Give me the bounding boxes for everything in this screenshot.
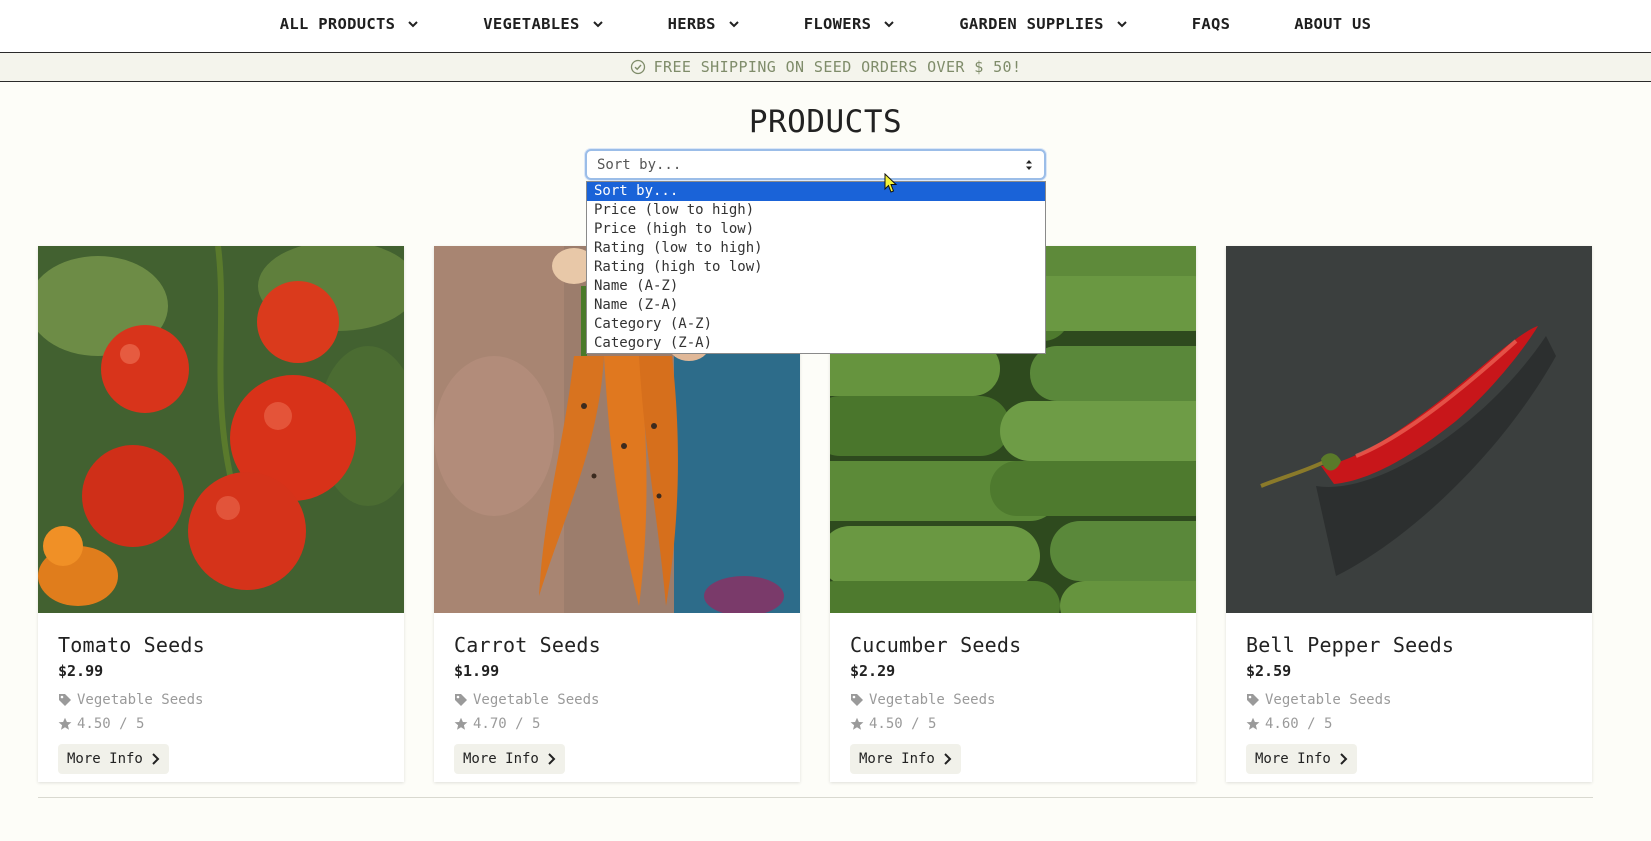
product-card-body: Bell Pepper Seeds $2.59 Vegetable Seeds … [1226,613,1592,774]
page-title: PRODUCTS [748,104,903,140]
tag-icon [851,694,863,706]
nav-item-label: FLOWERS [803,14,872,33]
product-category-label: Vegetable Seeds [77,692,204,708]
chevron-down-icon [729,20,739,27]
product-card-body: Carrot Seeds $1.99 Vegetable Seeds 4.70 … [434,613,800,774]
sort-select[interactable]: Sort by... [585,149,1046,180]
sort-option-category-a-z[interactable]: Category (A-Z) [587,315,1045,334]
section-divider [38,797,1593,798]
nav-item-faqs[interactable]: FAQS [1160,0,1263,50]
more-info-label: More Info [859,751,935,767]
nav-item-label: ABOUT US [1294,14,1372,33]
nav-item-label: HERBS [667,14,716,33]
product-rating: 4.70 / 5 [454,716,780,732]
star-icon [58,717,72,730]
nav-item-label: FAQS [1191,14,1231,33]
product-image-bell-pepper[interactable] [1226,246,1592,613]
sort-select-value: Sort by... [597,156,682,173]
product-name: Cucumber Seeds [850,633,1022,657]
product-price: $1.99 [454,662,500,680]
more-info-button[interactable]: More Info [1246,744,1357,774]
product-card: Bell Pepper Seeds $2.59 Vegetable Seeds … [1226,246,1592,782]
sort-option-rating-low-high[interactable]: Rating (low to high) [587,239,1045,258]
product-card: Tomato Seeds $2.99 Vegetable Seeds 4.50 … [38,246,404,782]
product-price: $2.99 [58,662,104,680]
product-category-label: Vegetable Seeds [473,692,600,708]
nav-item-flowers[interactable]: FLOWERS [772,0,927,50]
product-price: $2.59 [1246,662,1292,680]
nav-item-herbs[interactable]: HERBS [636,0,772,50]
nav-list: ALL PRODUCTS VEGETABLES HERBS FLOWERS GA… [248,0,1404,52]
more-info-label: More Info [463,751,539,767]
shipping-banner-text: FREE SHIPPING ON SEED ORDERS OVER $ 50! [653,58,1022,76]
product-rating-value: 4.70 / 5 [473,716,541,732]
sort-option-category-z-a[interactable]: Category (Z-A) [587,334,1045,353]
nav-item-label: ALL PRODUCTS [279,14,396,33]
nav-item-garden-supplies[interactable]: GARDEN SUPPLIES [927,0,1159,50]
nav-item-label: VEGETABLES [483,14,580,33]
sort-option-name-z-a[interactable]: Name (Z-A) [587,296,1045,315]
sort-option-default[interactable]: Sort by... [587,182,1045,201]
chevron-down-icon [884,20,894,27]
star-icon [454,717,468,730]
more-info-button[interactable]: More Info [850,744,961,774]
more-info-button[interactable]: More Info [454,744,565,774]
product-category: Vegetable Seeds [454,692,780,708]
sort-option-price-low-high[interactable]: Price (low to high) [587,201,1045,220]
sort-option-name-a-z[interactable]: Name (A-Z) [587,277,1045,296]
product-rating-value: 4.60 / 5 [1265,716,1333,732]
tag-icon [455,694,467,706]
product-rating: 4.50 / 5 [850,716,1176,732]
chevron-right-icon [1340,753,1348,765]
chevron-right-icon [152,753,160,765]
product-category: Vegetable Seeds [1246,692,1572,708]
chevron-right-icon [944,753,952,765]
product-name: Bell Pepper Seeds [1246,633,1455,657]
product-card-body: Tomato Seeds $2.99 Vegetable Seeds 4.50 … [38,613,404,774]
sort-dropdown-list: Sort by... Price (low to high) Price (hi… [586,181,1046,354]
tag-icon [1247,694,1259,706]
product-rating-value: 4.50 / 5 [869,716,937,732]
tag-icon [59,694,71,706]
shipping-banner: FREE SHIPPING ON SEED ORDERS OVER $ 50! [0,53,1651,82]
more-info-button[interactable]: More Info [58,744,169,774]
nav-item-about-us[interactable]: ABOUT US [1262,0,1403,50]
product-category-label: Vegetable Seeds [869,692,996,708]
product-name: Carrot Seeds [454,633,601,657]
chevron-right-icon [548,753,556,765]
product-category: Vegetable Seeds [850,692,1176,708]
product-price: $2.29 [850,662,896,680]
more-info-label: More Info [67,751,143,767]
star-icon [850,717,864,730]
product-rating: 4.50 / 5 [58,716,384,732]
product-rating-value: 4.50 / 5 [77,716,145,732]
star-icon [1246,717,1260,730]
top-navigation: ALL PRODUCTS VEGETABLES HERBS FLOWERS GA… [0,0,1651,53]
select-arrows-icon [1026,159,1032,170]
product-category: Vegetable Seeds [58,692,384,708]
chevron-down-icon [408,20,418,27]
sort-option-rating-high-low[interactable]: Rating (high to low) [587,258,1045,277]
nav-item-label: GARDEN SUPPLIES [959,14,1104,33]
nav-item-vegetables[interactable]: VEGETABLES [451,0,635,50]
product-category-label: Vegetable Seeds [1265,692,1392,708]
sort-option-price-high-low[interactable]: Price (high to low) [587,220,1045,239]
product-image-tomato[interactable] [38,246,404,613]
product-rating: 4.60 / 5 [1246,716,1572,732]
mouse-cursor-icon [884,173,898,193]
chevron-down-icon [1116,20,1127,27]
product-card-body: Cucumber Seeds $2.29 Vegetable Seeds 4.5… [830,613,1196,774]
sort-control: Sort by... [585,149,1046,180]
chevron-down-icon [592,20,603,27]
check-circle-icon [630,59,645,75]
product-name: Tomato Seeds [58,633,205,657]
nav-item-all-products[interactable]: ALL PRODUCTS [248,0,452,50]
more-info-label: More Info [1255,751,1331,767]
